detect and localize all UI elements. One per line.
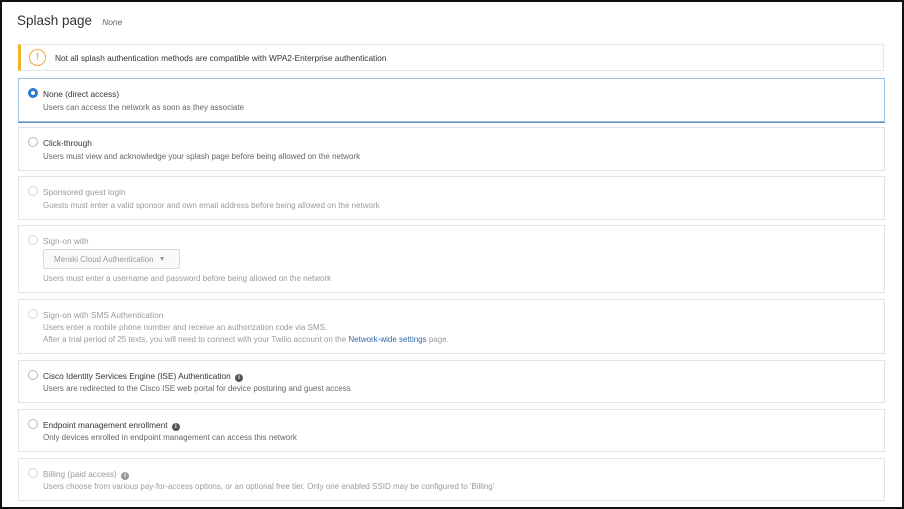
current-selection-label: None [102,17,123,27]
option-title-wrap: Billing (paid access) i [43,469,130,480]
option-description: Users can access the network as soon as … [43,103,244,112]
option-description: Users choose from various pay-for-access… [43,482,495,491]
option-description: Users must enter a username and password… [43,274,332,283]
option-endpoint-management[interactable]: Endpoint management enrollment i Only de… [18,409,885,452]
radio-click-through[interactable] [28,137,38,147]
section-title: Splash page [17,13,93,28]
option-title: Sponsored guest login [43,187,126,197]
option-title: Endpoint management enrollment [43,420,168,430]
radio-billing [28,468,38,478]
option-description: Users are redirected to the Cisco ISE we… [43,384,351,393]
option-sign-on-with: Sign-on with Meraki Cloud Authentication… [18,225,885,293]
radio-cisco-ise[interactable] [28,370,38,380]
radio-none-direct-access[interactable] [28,88,38,98]
warning-text: Not all splash authentication methods ar… [55,52,387,63]
option-none-direct-access[interactable]: None (direct access) Users can access th… [18,78,885,122]
trial-suffix: page. [428,335,449,344]
compatibility-warning: ! Not all splash authentication methods … [18,44,884,71]
option-title-wrap: Cisco Identity Services Engine (ISE) Aut… [43,371,244,382]
option-description: Users enter a mobile phone number and re… [43,323,328,332]
option-title-wrap: Endpoint management enrollment i [43,420,180,431]
option-sponsored-guest-login: Sponsored guest login Guests must enter … [18,176,885,220]
option-click-through[interactable]: Click-through Users must view and acknow… [18,127,885,171]
info-icon[interactable]: i [235,374,244,382]
trial-text: After a trial period of 25 texts, you wi… [43,335,347,344]
option-title: None (direct access) [43,89,120,99]
radio-sponsored-guest-login [28,186,38,196]
option-title: Billing (paid access) [43,469,117,479]
option-title: Sign-on with SMS Authentication [43,310,164,320]
authentication-server-select: Meraki Cloud Authentication ▼ [43,249,180,269]
option-title: Click-through [43,138,92,148]
section-header: Splash page None [17,13,122,28]
radio-sign-on-with [28,235,38,245]
network-wide-settings-link[interactable]: Network-wide settings [348,335,426,344]
option-description: Guests must enter a valid sponsor and ow… [43,201,380,210]
option-sms-authentication: Sign-on with SMS Authentication Users en… [18,299,885,354]
option-description: Users must view and acknowledge your spl… [43,152,361,161]
radio-sms-authentication [28,309,38,319]
option-description-trial: After a trial period of 25 texts, you wi… [43,335,449,344]
option-description: Only devices enrolled in endpoint manage… [43,433,297,442]
info-icon[interactable]: i [121,472,130,480]
select-value: Meraki Cloud Authentication [54,254,154,264]
info-icon[interactable]: i [171,423,180,431]
option-title: Sign-on with [43,236,89,246]
radio-endpoint-management[interactable] [28,419,38,429]
chevron-down-icon: ▼ [158,255,166,263]
option-billing: Billing (paid access) i Users choose fro… [18,458,885,501]
warning-icon: ! [29,49,46,66]
option-cisco-ise[interactable]: Cisco Identity Services Engine (ISE) Aut… [18,360,885,403]
option-title: Cisco Identity Services Engine (ISE) Aut… [43,371,231,381]
splash-page-panel: Splash page None ! Not all splash authen… [0,0,904,509]
